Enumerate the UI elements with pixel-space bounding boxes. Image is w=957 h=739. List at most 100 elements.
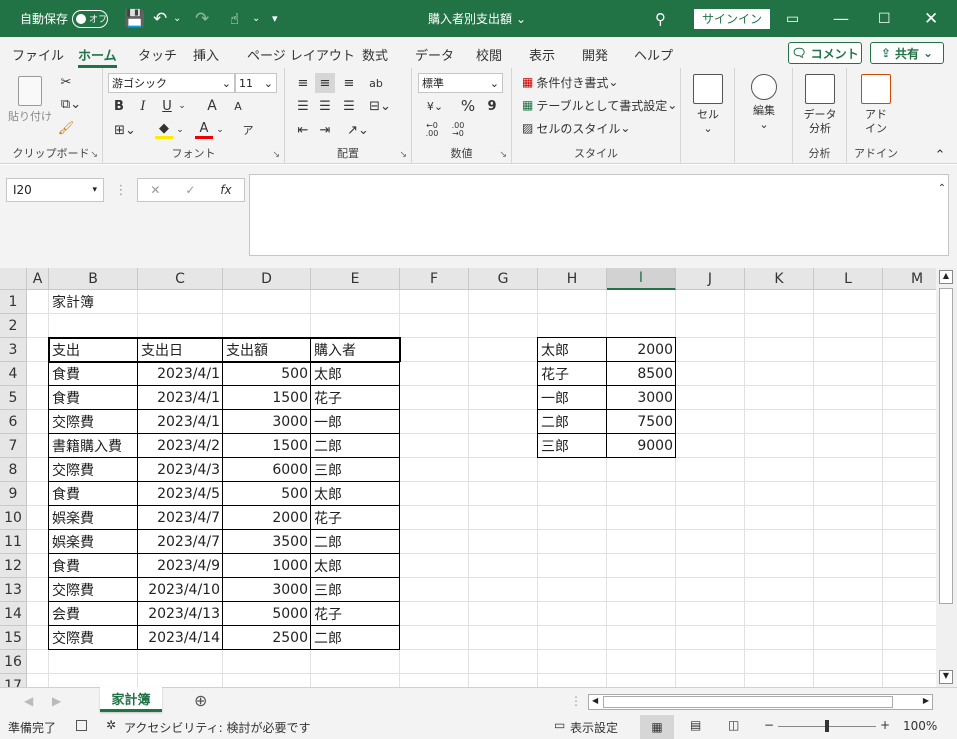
fill-color-dropdown-icon[interactable]: ⌄	[175, 121, 185, 139]
row-header[interactable]: 5	[0, 386, 27, 410]
table-cell[interactable]: 交際費	[49, 410, 138, 434]
table-cell[interactable]: 食費	[49, 482, 138, 506]
underline-button[interactable]: U	[159, 97, 175, 115]
table-cell[interactable]: 2023/4/2	[138, 434, 223, 458]
clipboard-launcher-icon[interactable]: ↘	[90, 150, 98, 160]
tab-home[interactable]: ホーム	[78, 45, 117, 68]
table-cell[interactable]: 2500	[223, 626, 311, 650]
row-header[interactable]: 7	[0, 434, 27, 458]
column-header[interactable]: A	[27, 268, 49, 290]
column-header[interactable]: H	[538, 268, 607, 290]
enter-icon[interactable]: ✓	[185, 183, 195, 197]
zoom-slider-thumb[interactable]	[825, 720, 829, 732]
ribbon-display-icon[interactable]: ▭	[786, 0, 799, 37]
phonetic-button[interactable]: ア	[237, 121, 259, 139]
scroll-up-icon[interactable]: ▲	[939, 270, 953, 284]
table-cell[interactable]: 2000	[223, 506, 311, 530]
accessibility-status[interactable]: アクセシビリティ: 検討が必要です	[124, 719, 311, 736]
row-header[interactable]: 17	[0, 674, 27, 687]
column-header[interactable]: E	[311, 268, 400, 290]
table-cell[interactable]: 太郎	[311, 554, 400, 578]
page-layout-view-icon[interactable]: ▤	[690, 718, 701, 732]
normal-view-icon[interactable]: ▦	[640, 715, 674, 739]
tab-page-layout[interactable]: ページ レイアウト	[247, 45, 355, 64]
table-cell[interactable]: 花子	[311, 506, 400, 530]
maximize-icon[interactable]: ☐	[878, 0, 891, 37]
font-color-dropdown-icon[interactable]: ⌄	[215, 121, 225, 139]
bold-button[interactable]: B	[111, 97, 127, 115]
table-cell[interactable]: 5000	[223, 602, 311, 626]
cells-button[interactable]: セル ⌄	[691, 74, 725, 136]
table-cell[interactable]: 6000	[223, 458, 311, 482]
signin-button[interactable]: サインイン	[694, 8, 771, 29]
font-name-select[interactable]: 游ゴシック ⌄	[108, 73, 235, 93]
table-cell[interactable]: 500	[223, 482, 311, 506]
table-cell[interactable]: 2023/4/14	[138, 626, 223, 650]
format-painter-icon[interactable]: 🖌	[58, 120, 75, 136]
table-cell[interactable]: 500	[223, 362, 311, 386]
table-cell[interactable]: 太郎	[311, 482, 400, 506]
touch-dropdown-icon[interactable]: ⌄	[252, 0, 260, 37]
row-header[interactable]: 13	[0, 578, 27, 602]
row-header[interactable]: 1	[0, 290, 27, 314]
table-cell[interactable]: 3000	[223, 410, 311, 434]
table-cell[interactable]: 2023/4/13	[138, 602, 223, 626]
table-cell[interactable]: 2023/4/1	[138, 362, 223, 386]
tab-file[interactable]: ファイル	[12, 45, 64, 64]
expand-formula-bar-icon[interactable]: ⌃	[936, 181, 948, 195]
add-sheet-icon[interactable]: ⊕	[194, 691, 207, 710]
copy-icon[interactable]: ⧉⌄	[58, 96, 84, 112]
table-cell[interactable]: 2023/4/9	[138, 554, 223, 578]
table-cell[interactable]: 1000	[223, 554, 311, 578]
table-cell[interactable]: 三郎	[311, 578, 400, 602]
font-launcher-icon[interactable]: ↘	[272, 150, 280, 160]
table-cell[interactable]: 3000	[223, 578, 311, 602]
touch-mode-icon[interactable]: ☝	[230, 0, 239, 37]
scroll-right-icon[interactable]: ▶	[923, 696, 929, 705]
table-cell[interactable]: 2023/4/7	[138, 530, 223, 554]
data-analysis-button[interactable]: データ 分析	[801, 74, 839, 136]
splitter-icon[interactable]: ⋮	[570, 694, 582, 708]
table-cell[interactable]: 二郎	[311, 626, 400, 650]
summary-name-cell[interactable]: 二郎	[538, 410, 607, 434]
table-header-cell[interactable]: 支出日	[138, 338, 223, 362]
row-header[interactable]: 15	[0, 626, 27, 650]
horizontal-scrollbar[interactable]: ◀ ▶	[588, 694, 933, 710]
search-icon[interactable]: ⚲	[655, 0, 666, 37]
table-header-cell[interactable]: 支出	[49, 338, 138, 362]
undo-icon[interactable]: ↶	[153, 0, 167, 37]
row-header[interactable]: 3	[0, 338, 27, 362]
table-cell[interactable]: 食費	[49, 386, 138, 410]
table-cell[interactable]: 会費	[49, 602, 138, 626]
scroll-thumb[interactable]	[939, 288, 953, 604]
summary-name-cell[interactable]: 花子	[538, 362, 607, 386]
prev-sheet-icon[interactable]: ◀	[24, 694, 33, 708]
number-format-select[interactable]: 標準 ⌄	[418, 73, 503, 93]
summary-total-cell[interactable]: 2000	[607, 338, 676, 362]
summary-name-cell[interactable]: 三郎	[538, 434, 607, 458]
alignment-launcher-icon[interactable]: ↘	[399, 150, 407, 160]
select-all-corner[interactable]	[0, 268, 27, 290]
summary-total-cell[interactable]: 3000	[607, 386, 676, 410]
currency-icon[interactable]: ¥⌄	[420, 96, 450, 116]
zoom-level[interactable]: 100%	[903, 719, 937, 733]
orientation-icon[interactable]: ↗⌄	[343, 120, 373, 140]
increase-decimal-button[interactable]: ←0 .00	[420, 120, 444, 140]
summary-name-cell[interactable]: 一郎	[538, 386, 607, 410]
table-cell[interactable]: 三郎	[311, 458, 400, 482]
editing-button[interactable]: 編集 ⌄	[747, 74, 781, 132]
table-cell[interactable]: 3500	[223, 530, 311, 554]
row-header[interactable]: 4	[0, 362, 27, 386]
font-size-select[interactable]: 11 ⌄	[235, 73, 277, 93]
formula-input[interactable]	[249, 174, 949, 256]
tab-insert[interactable]: 挿入	[193, 45, 219, 64]
underline-dropdown-icon[interactable]: ⌄	[177, 97, 187, 115]
table-cell[interactable]: 二郎	[311, 434, 400, 458]
row-header[interactable]: 12	[0, 554, 27, 578]
borders-icon[interactable]: ⊞⌄	[111, 121, 139, 139]
display-settings[interactable]: 表示設定	[570, 719, 618, 736]
percent-button[interactable]: %	[458, 96, 478, 116]
table-cell[interactable]: 交際費	[49, 458, 138, 482]
tab-view[interactable]: 表示	[529, 45, 555, 64]
scroll-left-icon[interactable]: ◀	[592, 696, 598, 705]
